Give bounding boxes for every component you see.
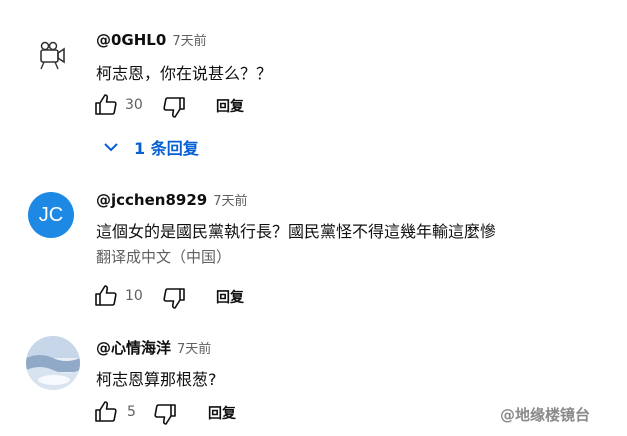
reply-button[interactable]: 回复 <box>216 96 244 116</box>
avatar[interactable] <box>28 32 72 76</box>
avatar-initials: JC <box>38 203 64 226</box>
comment-author[interactable]: @jcchen8929 7天前 <box>96 190 248 209</box>
like-count: 5 <box>127 404 136 420</box>
translate-link[interactable]: 翻译成中文（中国） <box>96 246 231 267</box>
comment-text: 柯志恩算那根葱? <box>96 370 217 389</box>
replies-count: 1 条回复 <box>134 139 199 158</box>
view-replies-button[interactable]: 1 条回复 <box>102 135 199 159</box>
like-button[interactable] <box>94 284 118 308</box>
comment-time: 7天前 <box>177 342 212 357</box>
like-button[interactable] <box>94 400 118 424</box>
ocean-photo-icon <box>26 336 80 390</box>
avatar[interactable] <box>26 336 80 390</box>
thumbs-up-icon <box>94 93 118 117</box>
comment-author[interactable]: @0GHL0 7天前 <box>96 30 207 49</box>
reply-button[interactable]: 回复 <box>216 287 244 307</box>
like-count: 30 <box>125 97 143 113</box>
thumbs-down-icon <box>162 286 186 310</box>
comment-time: 7天前 <box>172 34 207 49</box>
dislike-button[interactable] <box>162 95 186 119</box>
dislike-button[interactable] <box>162 286 186 310</box>
dislike-button[interactable] <box>153 402 177 426</box>
camera-doodle-icon <box>28 32 72 76</box>
watermark: @地缘楼镜台 <box>500 406 591 424</box>
comment-author[interactable]: @心情海洋 7天前 <box>96 337 211 358</box>
chevron-down-icon <box>102 138 120 156</box>
avatar[interactable]: JC <box>28 192 74 238</box>
like-button[interactable] <box>94 93 118 117</box>
thumbs-down-icon <box>162 95 186 119</box>
thumbs-down-icon <box>153 402 177 426</box>
thumbs-up-icon <box>94 400 118 424</box>
comment-text: 柯志恩，你在说甚么？？ <box>96 64 273 83</box>
reply-button[interactable]: 回复 <box>208 403 236 423</box>
like-count: 10 <box>125 288 143 304</box>
comment-time: 7天前 <box>213 194 248 209</box>
thumbs-up-icon <box>94 284 118 308</box>
comment-text: 這個女的是國民黨執行長？國民黨怪不得這幾年輸這麼慘 <box>96 222 497 241</box>
